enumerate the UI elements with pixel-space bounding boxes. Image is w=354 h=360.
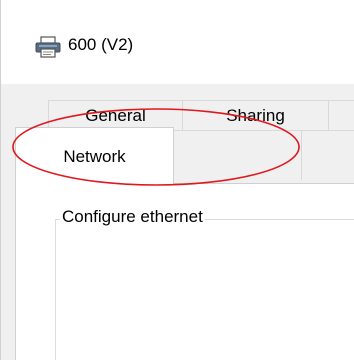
tab-general-label: General (85, 106, 146, 125)
tab-network-label: Network (63, 147, 126, 166)
tab-sharing-label: Sharing (226, 106, 285, 125)
tab-sharing[interactable]: Sharing (182, 100, 329, 130)
tab-overflow[interactable] (328, 100, 354, 130)
tab-general[interactable]: General (48, 100, 183, 130)
tab-row-second (173, 130, 354, 180)
printer-properties-window: 600 (V2) General Sharing Network Configu… (0, 0, 354, 360)
tab-divider (301, 130, 302, 180)
title-bar: 600 (V2) (1, 0, 354, 84)
groupbox-title: Configure ethernet (60, 207, 205, 227)
configure-ethernet-groupbox (55, 219, 354, 360)
tab-network[interactable]: Network (15, 127, 174, 184)
window-title: 600 (V2) (68, 35, 134, 54)
printer-icon (35, 36, 61, 58)
